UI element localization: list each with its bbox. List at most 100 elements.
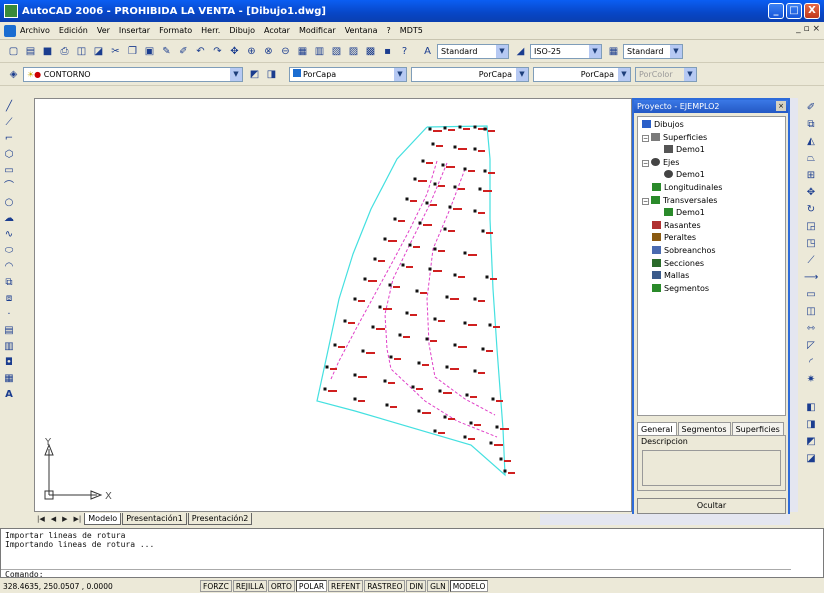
tree-item-sobreanchos[interactable]: Sobreanchos — [638, 245, 785, 258]
survey-point-marker[interactable] — [361, 349, 365, 353]
survey-point-marker[interactable] — [388, 283, 392, 287]
zoom-window-icon[interactable]: ⊗ — [261, 44, 276, 59]
survey-point-marker[interactable] — [383, 379, 387, 383]
autocad-app-icon[interactable] — [4, 4, 18, 18]
menu-help[interactable]: ? — [387, 26, 391, 35]
osnap-toggle[interactable]: REFENT — [328, 580, 364, 592]
draw-order-icon[interactable]: ◧ — [804, 401, 818, 415]
survey-point-marker[interactable] — [353, 397, 357, 401]
survey-point-marker[interactable] — [417, 409, 421, 413]
survey-point-marker[interactable] — [489, 441, 493, 445]
tree-item-superficie-demo1[interactable]: Demo1 — [638, 144, 785, 157]
survey-point-marker[interactable] — [443, 415, 447, 419]
tool-palettes-icon[interactable]: ▧ — [329, 44, 344, 59]
survey-point-marker[interactable] — [458, 125, 462, 129]
survey-point-marker[interactable] — [483, 127, 487, 131]
tab-segmentos[interactable]: Segmentos — [677, 422, 731, 435]
fillet-icon[interactable]: ◜ — [804, 356, 818, 370]
tree-item-transversales[interactable]: − Transversales — [638, 195, 785, 208]
ellipse-icon[interactable]: ⬭ — [2, 244, 16, 258]
description-field[interactable] — [642, 450, 781, 486]
close-panel-icon[interactable]: × — [776, 101, 786, 111]
collapse-icon[interactable]: − — [642, 159, 649, 167]
tab-general[interactable]: General — [637, 422, 677, 435]
survey-point-marker[interactable] — [473, 209, 477, 213]
survey-point-marker[interactable] — [473, 125, 477, 129]
lineweight-select[interactable]: PorCapa ▼ — [533, 66, 631, 82]
survey-point-marker[interactable] — [353, 373, 357, 377]
survey-point-marker[interactable] — [389, 355, 393, 359]
preview-icon[interactable]: ◫ — [74, 44, 89, 59]
hide-button[interactable]: Ocultar — [637, 498, 786, 514]
survey-point-marker[interactable] — [401, 263, 405, 267]
menu-acotar[interactable]: Acotar — [264, 26, 290, 35]
drawing-area[interactable]: Y X — [34, 98, 632, 512]
linetype-select[interactable]: PorCapa ▼ — [411, 66, 529, 82]
survey-point-marker[interactable] — [453, 185, 457, 189]
tree-item-mallas[interactable]: Mallas — [638, 270, 785, 283]
join-icon[interactable]: ⇿ — [804, 322, 818, 336]
array-icon[interactable]: ⊞ — [804, 169, 818, 183]
dim-style-select[interactable]: ISO-25 ▼ — [530, 44, 602, 59]
survey-point-marker[interactable] — [469, 421, 473, 425]
survey-point-marker[interactable] — [425, 337, 429, 341]
erase-icon[interactable]: ✐ — [804, 101, 818, 115]
survey-point-marker[interactable] — [425, 201, 429, 205]
bring-front-icon[interactable]: ◨ — [804, 418, 818, 432]
mdi-window-controls[interactable]: _ ▫ × — [796, 24, 820, 34]
survey-point-marker[interactable] — [443, 126, 447, 130]
survey-point-marker[interactable] — [393, 217, 397, 221]
insert-block-icon[interactable]: ⧉ — [2, 276, 16, 290]
zoom-previous-icon[interactable]: ⊖ — [278, 44, 293, 59]
survey-point-marker[interactable] — [411, 385, 415, 389]
arc-icon[interactable]: ⌒ — [2, 180, 16, 194]
tab-presentacion1[interactable]: Presentación1 — [122, 513, 187, 525]
close-button[interactable]: X — [804, 3, 820, 19]
stretch-icon[interactable]: ◳ — [804, 237, 818, 251]
tree-item-superficies[interactable]: − Superficies — [638, 132, 785, 145]
revision-cloud-icon[interactable]: ☁ — [2, 212, 16, 226]
survey-point-marker[interactable] — [453, 273, 457, 277]
horizontal-scrollbar[interactable] — [540, 514, 790, 525]
command-input[interactable]: Comando: — [1, 569, 791, 579]
trim-icon[interactable]: ⟋ — [804, 254, 818, 268]
collapse-icon[interactable]: − — [642, 134, 649, 142]
model-toggle[interactable]: MODELO — [449, 580, 489, 592]
sheet-set-icon[interactable]: ▨ — [346, 44, 361, 59]
survey-point-marker[interactable] — [431, 142, 435, 146]
menu-formato[interactable]: Formato — [159, 26, 192, 35]
survey-point-marker[interactable] — [405, 311, 409, 315]
rectangle-icon[interactable]: ▭ — [2, 164, 16, 178]
layer-select[interactable]: ☀● CONTORNO ▼ — [23, 66, 243, 82]
survey-point-marker[interactable] — [385, 403, 389, 407]
tree-item-transversal-demo1[interactable]: Demo1 — [638, 207, 785, 220]
survey-point-marker[interactable] — [473, 369, 477, 373]
survey-point-marker[interactable] — [443, 227, 447, 231]
spline-icon[interactable]: ∿ — [2, 228, 16, 242]
point-icon[interactable]: · — [2, 308, 16, 322]
survey-point-marker[interactable] — [499, 457, 503, 461]
open-icon[interactable]: ▤ — [23, 44, 38, 59]
publish-icon[interactable]: ◪ — [91, 44, 106, 59]
menu-herr[interactable]: Herr. — [201, 26, 220, 35]
menu-dibujo[interactable]: Dibujo — [229, 26, 255, 35]
make-current-icon[interactable]: ◩ — [247, 67, 262, 82]
undo-icon[interactable]: ↶ — [193, 44, 208, 59]
make-block-icon[interactable]: ⧈ — [2, 292, 16, 306]
multiline-text-icon[interactable]: A — [2, 388, 16, 402]
grid-toggle[interactable]: REJILLA — [232, 580, 267, 592]
survey-point-marker[interactable] — [473, 297, 477, 301]
survey-point-marker[interactable] — [441, 163, 445, 167]
gradient-icon[interactable]: ▥ — [2, 340, 16, 354]
design-center-icon[interactable]: ▥ — [312, 44, 327, 59]
survey-point-marker[interactable] — [473, 147, 477, 151]
survey-point-marker[interactable] — [363, 277, 367, 281]
survey-point-marker[interactable] — [325, 365, 329, 369]
line-icon[interactable]: ╱ — [2, 100, 16, 114]
survey-point-marker[interactable] — [353, 297, 357, 301]
layer-manager-icon[interactable]: ◈ — [6, 67, 21, 82]
survey-point-marker[interactable] — [463, 251, 467, 255]
paste-icon[interactable]: ▣ — [142, 44, 157, 59]
cut-icon[interactable]: ✂ — [108, 44, 123, 59]
vertical-scrollbar[interactable] — [790, 98, 798, 512]
